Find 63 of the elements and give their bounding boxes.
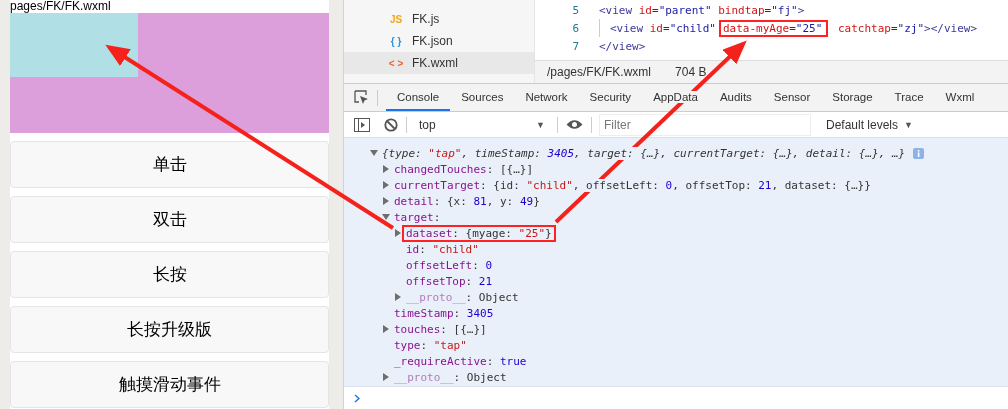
devtools-tab[interactable]: Storage [821, 84, 884, 111]
collapsed-triangle-icon[interactable] [382, 165, 390, 173]
console-property: currentTarget: {id: "child", offsetLeft: 0, offsetTop: 21, dataset: {…}} [393, 177, 872, 194]
parent-view-block[interactable] [10, 13, 329, 133]
eye-icon[interactable] [566, 119, 583, 130]
collapsed-triangle-icon[interactable] [382, 373, 390, 381]
devtools-tab[interactable]: Audits [708, 84, 763, 111]
console-property: __proto__: Object [393, 369, 508, 386]
console-property: timeStamp: 3405 [393, 305, 495, 322]
file-type-icon: < > [388, 57, 404, 69]
context-select[interactable]: top ▼ [415, 117, 549, 132]
devtools-tab[interactable]: Trace [883, 84, 935, 111]
file-item[interactable]: JS FK.js [344, 8, 534, 30]
code-line: </view> [599, 39, 646, 53]
collapsed-triangle-icon[interactable] [394, 229, 402, 237]
event-button[interactable]: 单击 [10, 141, 329, 188]
console-property: dataset: {myage: "25"} [402, 224, 556, 242]
line-number: 5 [571, 3, 580, 17]
line-number: 6 [571, 21, 580, 35]
child-view-block[interactable] [10, 13, 138, 77]
event-button[interactable]: 触摸滑动事件 [10, 361, 329, 408]
code-line: <view id="parent" bindtap="fj"> [599, 3, 805, 17]
indent-guide [599, 19, 600, 37]
collapsed-triangle-icon[interactable] [382, 181, 390, 189]
expanded-triangle-icon[interactable] [370, 149, 378, 157]
event-button[interactable]: 长按升级版 [10, 306, 329, 353]
file-name: FK.js [412, 12, 440, 26]
filter-input[interactable]: Filter [600, 114, 810, 135]
devtools-tab[interactable]: Console [386, 84, 451, 111]
log-levels-dropdown[interactable]: Default levels ▼ [820, 116, 919, 133]
collapsed-triangle-icon[interactable] [394, 293, 402, 301]
file-size: 704 B [675, 65, 707, 79]
console-property: __proto__: Object [405, 289, 520, 306]
file-item[interactable]: < > FK.wxml [344, 52, 534, 74]
file-item[interactable]: { } FK.json [344, 30, 534, 52]
devtools-tab[interactable]: Wxml [934, 84, 986, 111]
prompt-chevron-icon[interactable] [354, 393, 360, 403]
expanded-triangle-icon[interactable] [382, 213, 390, 221]
clear-console-icon[interactable] [384, 117, 398, 132]
file-name: FK.wxml [412, 56, 458, 70]
event-button[interactable]: 长按 [10, 251, 329, 298]
console-object-summary: {type: "tap", timeStamp: 3405, target: {…}, currentTarget: {…}, detail: {…}, …} [381, 145, 907, 162]
devtools-tab[interactable]: Sources [450, 84, 515, 111]
line-number: 7 [571, 39, 580, 53]
console-property: touches: [{…}] [393, 321, 488, 338]
file-path: /pages/FK/FK.wxml [547, 65, 652, 79]
event-button[interactable]: 双击 [10, 196, 329, 243]
file-type-icon: { } [388, 35, 404, 47]
sidebar-toggle-icon[interactable] [354, 117, 370, 132]
page-path: pages/FK/FK.wxml [10, 0, 112, 13]
devtools-tab[interactable]: Security [578, 84, 643, 111]
devtools-tab[interactable]: Sensor [762, 84, 822, 111]
devtools-tab[interactable]: AppData [642, 84, 709, 111]
console-property: type: "tap" [393, 337, 468, 354]
file-name: FK.json [412, 34, 453, 48]
file-type-icon: JS [388, 13, 404, 25]
devtools-tab[interactable]: Network [514, 84, 579, 111]
highlighted-attribute: data-myAge="25" [719, 19, 829, 37]
inspect-element-icon[interactable] [354, 90, 369, 105]
console-property: detail: {x: 81, y: 49} [393, 193, 541, 210]
code-line: <view id="child" data-myAge="25" catchtap="zj"></view> [610, 21, 978, 35]
collapsed-triangle-icon[interactable] [382, 197, 390, 205]
collapsed-triangle-icon[interactable] [382, 325, 390, 333]
